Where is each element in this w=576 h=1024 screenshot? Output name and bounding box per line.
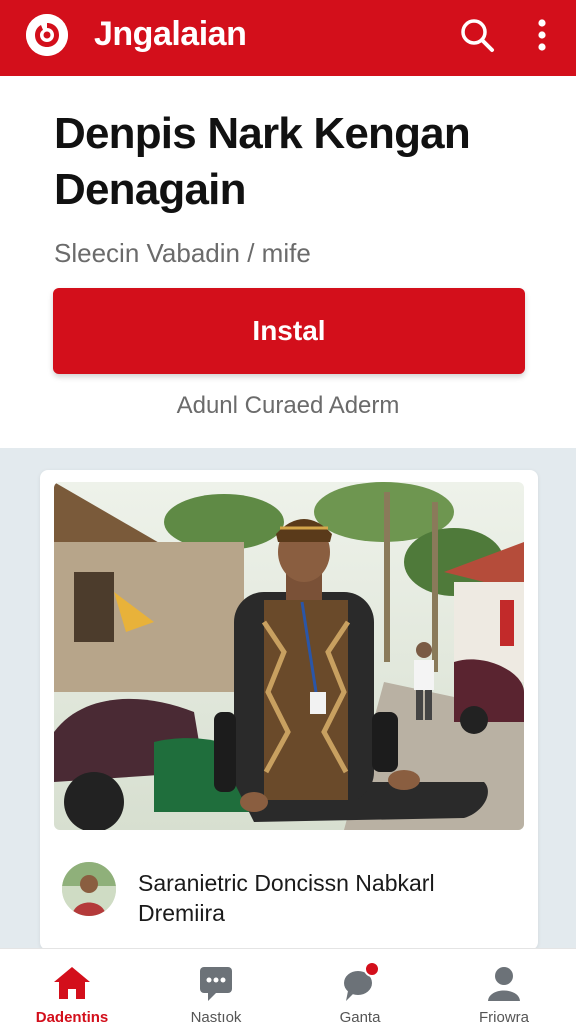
search-icon[interactable] [458,16,496,54]
app-title: Denpis Nark Kengan Denagain [54,109,471,214]
nav-item-notifications[interactable]: Ganta [288,949,432,1024]
nav-label-notifications: Ganta [339,1009,381,1024]
feed-photo[interactable] [54,482,524,830]
chat-icon [196,963,236,1003]
nav-item-home[interactable]: Dadentins [0,949,144,1024]
nav-label-home: Dadentins [35,1009,109,1024]
notification-icon [340,961,380,1003]
app-subtitle: Sleecin Vabadin / mife [54,238,311,268]
install-button[interactable]: Instal [53,288,525,374]
notification-badge [364,961,380,977]
feed-caption[interactable]: Saranietric Doncissn Nabkarl Dremiira [138,868,518,928]
feed-card[interactable]: Saranietric Doncissn Nabkarl Dremiira [40,470,538,950]
author-avatar[interactable] [62,862,116,916]
nav-label-profile: Friowra [478,1009,529,1024]
home-icon [52,963,92,1003]
app-info-card: Denpis Nark Kengan Denagain Sleecin Vaba… [0,76,576,448]
app-brand: Jngalaian [94,15,247,53]
profile-icon [484,963,524,1003]
install-note: Adunl Curaed Aderm [176,392,400,419]
app-header: Jngalaian [0,0,576,76]
bottom-nav: Dadentins Nastıok Ganta Friowra [0,948,576,1024]
logo-icon[interactable] [26,14,68,56]
nav-item-profile[interactable]: Friowra [432,949,576,1024]
more-vertical-icon[interactable] [528,16,556,54]
nav-item-messages[interactable]: Nastıok [144,949,288,1024]
nav-label-messages: Nastıok [190,1009,242,1024]
